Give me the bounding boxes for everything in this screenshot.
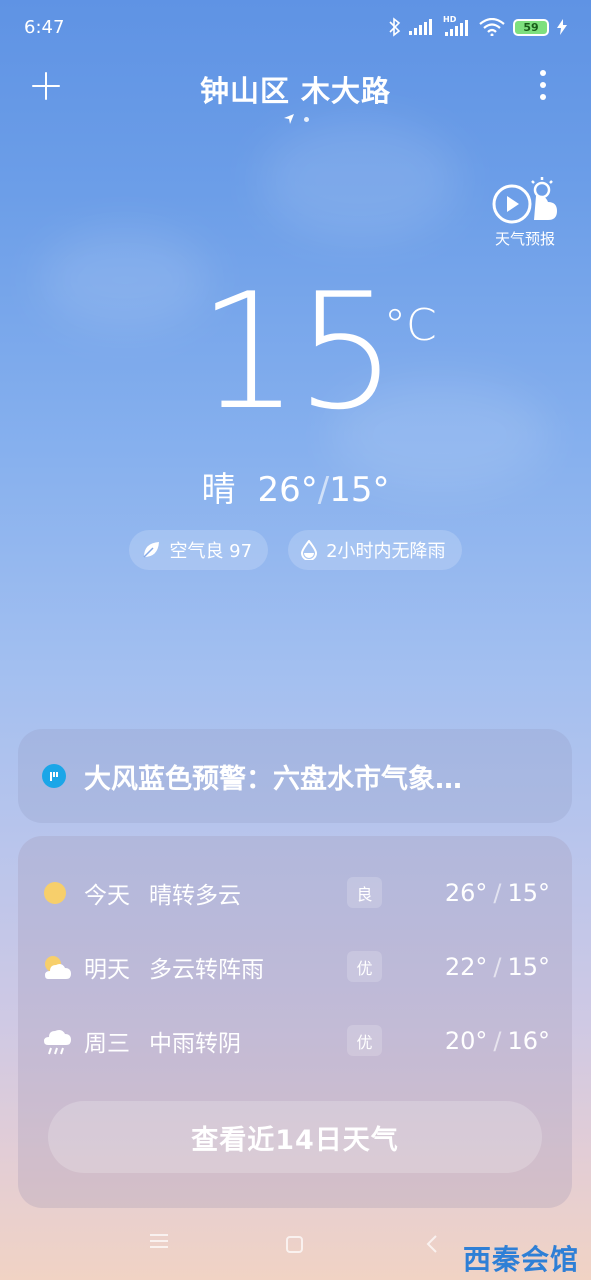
water-drop-icon — [301, 540, 318, 560]
charging-icon — [557, 19, 567, 35]
temperature-unit: °C — [384, 300, 437, 351]
forecast-day: 明天 — [84, 957, 130, 983]
forecast-low: 15° — [507, 953, 550, 981]
forecast-day: 周三 — [84, 1031, 130, 1057]
temp-separator: / — [493, 879, 502, 907]
alert-flag-icon — [42, 764, 66, 788]
weather-alert-card[interactable]: 大风蓝色预警：六盘水市气象… — [18, 729, 572, 823]
forecast-card: 今天 晴转多云 良 26°/15° 明天 多云转阵雨 优 22°/15° 周三 … — [18, 836, 572, 1208]
condition-line: 晴 26°/15° — [0, 462, 591, 511]
dot-icon — [540, 70, 546, 76]
info-chips: 空气良 97 2小时内无降雨 — [0, 530, 591, 570]
forecast-temps: 26°/15° — [445, 879, 550, 907]
status-time: 6:47 — [24, 16, 65, 38]
battery-icon: 59 — [513, 18, 549, 36]
back-button[interactable] — [425, 1234, 439, 1254]
precipitation-chip[interactable]: 2小时内无降雨 — [288, 530, 462, 570]
temp-separator: / — [493, 953, 502, 981]
location-arrow-icon — [283, 114, 294, 124]
precipitation-label: 2小时内无降雨 — [326, 541, 446, 562]
dot-icon — [540, 94, 546, 100]
partly-cloudy-icon — [45, 956, 71, 979]
air-quality-label: 空气良 97 — [169, 541, 253, 562]
rain-cloud-icon — [44, 1030, 71, 1055]
forecast-high: 26° — [444, 879, 488, 907]
forecast-low: 15° — [507, 879, 550, 907]
forecast-video-button[interactable]: 天气预报 — [489, 176, 561, 249]
today-high: 26° — [257, 470, 318, 510]
dot-icon — [540, 82, 546, 88]
aqi-badge: 优 — [347, 951, 382, 982]
forecast-high: 20° — [444, 1027, 488, 1055]
top-bar: 钟山区 木大路 — [0, 60, 591, 116]
sun-icon — [44, 882, 66, 904]
current-temperature: 15 — [197, 258, 398, 445]
forecast-high: 22° — [444, 953, 488, 981]
page-indicator — [0, 112, 591, 126]
background-cloud — [260, 120, 460, 240]
recent-apps-button[interactable] — [150, 1234, 168, 1248]
leaf-icon — [143, 542, 160, 558]
today-low: 15° — [329, 470, 390, 510]
forecast-low: 16° — [507, 1027, 550, 1055]
view-14-day-button[interactable]: 查看近14日天气 — [48, 1101, 542, 1173]
wifi-icon — [479, 18, 505, 36]
signal-icon — [409, 19, 432, 35]
watermark-logo: 西秦会馆 — [462, 1243, 579, 1276]
page-dot — [303, 116, 309, 122]
aqi-badge: 良 — [347, 877, 382, 908]
forecast-condition: 多云转阵雨 — [149, 957, 264, 983]
forecast-video-label: 天气预报 — [494, 230, 555, 248]
play-cloud-icon — [492, 177, 557, 224]
status-icons: HD 59 — [389, 15, 567, 37]
forecast-day: 今天 — [84, 883, 130, 909]
forecast-row[interactable]: 周三 中雨转阴 优 20°/16° — [18, 1021, 572, 1061]
air-quality-chip[interactable]: 空气良 97 — [129, 530, 269, 570]
city-title[interactable]: 钟山区 木大路 — [0, 68, 591, 110]
temp-separator: / — [493, 1027, 502, 1055]
aqi-badge: 优 — [347, 1025, 382, 1056]
home-button[interactable] — [286, 1236, 303, 1253]
more-options-button[interactable] — [539, 70, 547, 100]
forecast-condition: 中雨转阴 — [149, 1031, 241, 1057]
current-condition: 晴 — [201, 470, 236, 510]
hd-signal-icon: HD — [443, 15, 471, 36]
forecast-condition: 晴转多云 — [149, 883, 241, 909]
forecast-temps: 20°/16° — [445, 1027, 550, 1055]
range-separator: / — [317, 470, 330, 510]
forecast-temps: 22°/15° — [445, 953, 550, 981]
forecast-row[interactable]: 明天 多云转阵雨 优 22°/15° — [18, 947, 572, 987]
forecast-row[interactable]: 今天 晴转多云 良 26°/15° — [18, 873, 572, 913]
bluetooth-icon — [389, 17, 401, 37]
alert-text: 大风蓝色预警：六盘水市气象… — [84, 763, 462, 795]
status-bar: 6:47 HD 59 — [0, 0, 591, 54]
